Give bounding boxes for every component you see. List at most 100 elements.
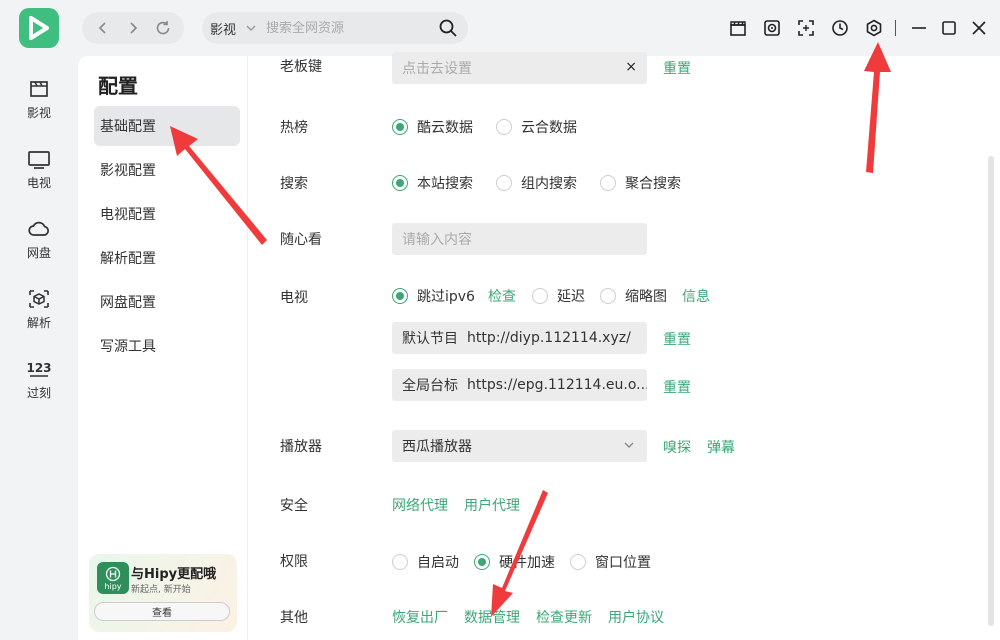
radio-label: 酷云数据	[417, 120, 473, 136]
permission-autostart[interactable]: 自启动	[392, 552, 459, 572]
search-category-select[interactable]: 影视	[202, 19, 266, 38]
forward-button[interactable]	[121, 16, 145, 40]
nav-item-label: 网盘	[26, 245, 51, 260]
promo-subtitle: 新起点, 新开始	[131, 585, 191, 595]
nav-item-cloud[interactable]: 网盘	[0, 204, 78, 274]
toolbar	[721, 14, 1000, 42]
history-button[interactable]	[823, 14, 857, 42]
nav-item-film[interactable]: 影视	[0, 64, 78, 134]
global-logo-reset-link[interactable]: 重置	[663, 377, 691, 397]
player-label: 播放器	[280, 439, 322, 455]
player-danmaku-link[interactable]: 弹幕	[707, 437, 735, 457]
subnav-item-parse[interactable]: 解析配置	[94, 238, 240, 278]
nav-item-tv[interactable]: 电视	[0, 134, 78, 204]
nav-item-parse[interactable]: 解析	[0, 274, 78, 344]
user-agreement-link[interactable]: 用户协议	[608, 607, 664, 627]
random-watch-input[interactable]: 请输入内容	[392, 223, 647, 255]
film-icon	[30, 80, 48, 97]
search-input[interactable]	[266, 20, 426, 36]
default-program-field[interactable]: 默认节目 http://diyp.112114.xyz/	[392, 322, 647, 354]
clear-icon[interactable]: ×	[625, 59, 637, 75]
disk-button[interactable]	[755, 14, 789, 42]
subnav-item-basic[interactable]: 基础配置	[94, 106, 240, 146]
subnav-item-cloud[interactable]: 网盘配置	[94, 282, 240, 322]
tv-thumbnail[interactable]: 缩略图	[600, 286, 667, 306]
cube-icon	[29, 289, 49, 308]
settings-button[interactable]	[857, 14, 891, 42]
refresh-icon	[156, 21, 170, 35]
minimize-button[interactable]	[904, 14, 934, 42]
default-program-reset-link[interactable]: 重置	[663, 329, 691, 349]
radio-unchecked-icon	[392, 554, 408, 570]
hexagon-gear-icon	[866, 19, 882, 37]
subnav-item-tv[interactable]: 电视配置	[94, 194, 240, 234]
network-proxy-link[interactable]: 网络代理	[392, 495, 448, 515]
subnav-item-source-tool[interactable]: 写源工具	[94, 326, 240, 366]
nav-item-counter[interactable]: 123 过刻	[0, 344, 78, 414]
data-manage-link[interactable]: 数据管理	[464, 607, 520, 627]
search-icon	[439, 19, 457, 37]
promo-title: 与Hipy更配哦	[131, 567, 217, 582]
random-watch-label: 随心看	[280, 232, 322, 248]
boss-key-label: 老板键	[280, 59, 322, 75]
search-option-site[interactable]: 本站搜索	[392, 173, 473, 193]
radio-unchecked-icon	[600, 175, 616, 191]
app-logo[interactable]	[19, 8, 59, 48]
user-agent-link[interactable]: 用户代理	[464, 495, 520, 515]
hot-option-kuyun[interactable]: 酷云数据	[392, 117, 473, 137]
tv-delay[interactable]: 延迟	[532, 286, 585, 306]
boss-key-field[interactable]: 点击去设置 ×	[392, 52, 647, 84]
tv-skip-ipv6[interactable]: 跳过ipv6	[392, 286, 475, 306]
radio-label: 窗口位置	[595, 555, 651, 571]
search-option-group[interactable]: 组内搜索	[496, 173, 577, 193]
subnav-item-film[interactable]: 影视配置	[94, 150, 240, 190]
play-logo-icon	[29, 16, 49, 40]
radio-label: 云合数据	[521, 120, 577, 136]
nav-item-label: 影视	[26, 105, 51, 120]
scan-button[interactable]	[789, 14, 823, 42]
nav-item-label: 电视	[26, 175, 51, 190]
radio-checked-icon	[392, 288, 408, 304]
minimize-icon	[912, 27, 926, 29]
search-option-aggregate[interactable]: 聚合搜索	[600, 173, 681, 193]
hipy-logo-text: hipy	[104, 581, 122, 591]
clapperboard-icon	[730, 21, 746, 36]
player-select[interactable]: 西瓜播放器	[392, 430, 647, 462]
tv-info-link[interactable]: 信息	[682, 286, 710, 306]
boss-key-reset-link[interactable]: 重置	[663, 58, 691, 78]
promo-card: hipy 与Hipy更配哦 新起点, 新开始 查看	[89, 554, 237, 632]
title-bar: 影视	[0, 0, 1000, 56]
radio-unchecked-icon	[570, 554, 586, 570]
maximize-icon	[942, 21, 956, 35]
hipy-logo: hipy	[97, 562, 129, 594]
player-select-value: 西瓜播放器	[402, 439, 472, 455]
hot-list-label: 热榜	[280, 120, 308, 136]
history-nav	[82, 12, 184, 44]
global-logo-url: https://epg.112114.eu.o...	[467, 377, 647, 393]
tv-check-link[interactable]: 检查	[488, 286, 516, 306]
check-update-link[interactable]: 检查更新	[536, 607, 592, 627]
scan-icon	[798, 20, 814, 36]
promo-view-button[interactable]: 查看	[94, 602, 230, 621]
factory-reset-link[interactable]: 恢复出厂	[392, 607, 448, 627]
radio-label: 自启动	[417, 555, 459, 571]
close-button[interactable]	[964, 14, 994, 42]
default-program-label: 默认节目	[402, 331, 458, 347]
refresh-button[interactable]	[151, 16, 175, 40]
hot-option-yunhe[interactable]: 云合数据	[496, 117, 577, 137]
permission-hw-accel[interactable]: 硬件加速	[474, 552, 555, 572]
permission-window-pos[interactable]: 窗口位置	[570, 552, 651, 572]
maximize-button[interactable]	[934, 14, 964, 42]
global-logo-field[interactable]: 全局台标 https://epg.112114.eu.o...	[392, 369, 647, 401]
clock-icon	[832, 20, 848, 36]
chevron-left-icon	[98, 22, 106, 34]
radio-label: 延迟	[557, 289, 585, 305]
search-button[interactable]	[438, 18, 458, 38]
back-button[interactable]	[91, 16, 115, 40]
other-label: 其他	[280, 610, 308, 626]
player-sniff-link[interactable]: 嗅探	[663, 437, 691, 457]
scrollbar[interactable]	[988, 156, 994, 626]
clapper-button[interactable]	[721, 14, 755, 42]
tv-setting-label: 电视	[280, 290, 308, 306]
chevron-down-icon	[624, 442, 634, 448]
